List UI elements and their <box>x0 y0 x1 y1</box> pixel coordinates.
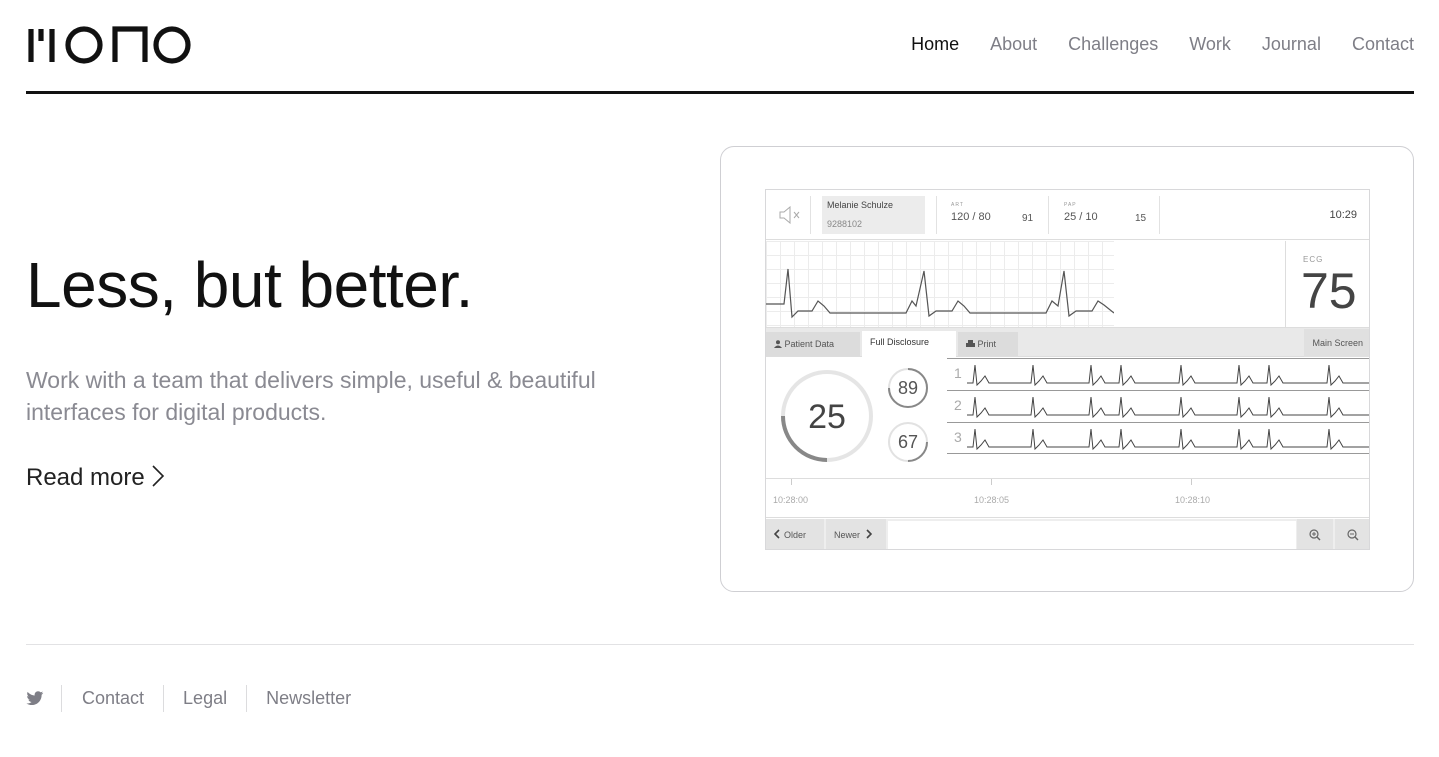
strip-number: 2 <box>954 397 962 413</box>
gauges-panel: 25 89 67 <box>781 368 928 462</box>
tab-print[interactable]: Print <box>958 332 1018 356</box>
strip-number: 3 <box>954 429 962 445</box>
main-nav: Home About Challenges Work Journal Conta… <box>880 33 1414 55</box>
footer-newsletter-link[interactable]: Newsletter <box>247 684 370 712</box>
ecg-strip: 3 <box>947 422 1369 454</box>
twitter-icon[interactable] <box>26 690 44 706</box>
patient-id: 9288102 <box>827 219 863 229</box>
art-mean-value: 91 <box>1022 213 1034 224</box>
timeline[interactable]: 10:28:00 10:28:05 10:28:10 <box>766 478 1369 518</box>
timeline-tick <box>991 479 992 485</box>
read-more-link[interactable]: Read more <box>26 464 165 492</box>
pap-mean: 15 <box>1135 212 1146 226</box>
pap-mean-value: 15 <box>1135 213 1147 224</box>
person-icon <box>774 340 782 348</box>
newer-button[interactable]: Newer <box>826 519 886 549</box>
zoom-out-button[interactable] <box>1335 519 1369 549</box>
patient-card[interactable]: Melanie Schulze 9288102 <box>822 196 925 234</box>
speaker-muted-icon <box>779 206 800 224</box>
monitor-bottom-bar: Older Newer <box>766 519 1369 549</box>
topbar-divider <box>936 196 937 234</box>
monitor-clock: 10:29 <box>1329 209 1357 221</box>
topbar-divider <box>1048 196 1049 234</box>
ecg-strips: 1 2 3 <box>947 358 1369 478</box>
nav-contact[interactable]: Contact <box>1352 33 1414 55</box>
strip-waveform-line <box>967 428 1369 451</box>
newer-label: Newer <box>834 530 861 540</box>
mono-wordmark-logo[interactable] <box>27 26 193 64</box>
main-screen-label: Main Screen <box>1312 338 1363 348</box>
footer-divider <box>26 644 1414 645</box>
hero-title: Less, but better. <box>26 249 473 321</box>
art-value: 120 / 80 <box>951 211 991 223</box>
nav-challenges[interactable]: Challenges <box>1068 33 1158 55</box>
ecg-value: 75 <box>1301 263 1357 319</box>
nav-work[interactable]: Work <box>1189 33 1231 55</box>
patient-monitor-screen: Melanie Schulze 9288102 ART 120 / 80 91 … <box>765 189 1370 550</box>
art-vital: ART 120 / 80 <box>951 202 991 224</box>
chevron-right-icon <box>866 529 873 539</box>
timeline-label: 10:28:00 <box>773 495 809 505</box>
pap-value: 25 / 10 <box>1064 211 1098 223</box>
main-screen-button[interactable]: Main Screen <box>1304 329 1369 357</box>
monitor-topbar: Melanie Schulze 9288102 ART 120 / 80 91 … <box>766 190 1369 240</box>
timeline-label: 10:28:05 <box>974 495 1010 505</box>
topbar-divider <box>1159 196 1160 234</box>
tab-patient-data[interactable]: Patient Data <box>766 332 860 356</box>
older-label: Older <box>784 530 807 540</box>
zoom-in-button[interactable] <box>1297 519 1333 549</box>
older-button[interactable]: Older <box>766 519 824 549</box>
bottom-bar-spacer <box>888 521 1296 549</box>
zoom-in-icon <box>1309 529 1321 541</box>
topbar-divider <box>810 196 811 234</box>
tab-full-disclosure-label: Full Disclosure <box>870 337 930 347</box>
strip-waveform-line <box>967 396 1369 419</box>
timeline-label: 10:28:10 <box>1175 495 1211 505</box>
site-header: Home About Challenges Work Journal Conta… <box>26 0 1414 94</box>
strip-waveform <box>967 428 1369 451</box>
strip-waveform-line <box>967 364 1369 387</box>
timeline-tick <box>1191 479 1192 485</box>
footer-contact-link[interactable]: Contact <box>62 684 163 712</box>
art-mean: 91 <box>1022 212 1033 226</box>
footer-legal-link[interactable]: Legal <box>164 684 246 712</box>
art-label: ART <box>951 202 964 208</box>
zoom-out-icon <box>1347 529 1359 541</box>
ecg-readout: ECG 75 <box>1285 241 1369 327</box>
pap-vital: PAP 25 / 10 <box>1064 202 1098 224</box>
main-gauge-value: 25 <box>808 398 846 436</box>
chevron-left-icon <box>773 529 780 539</box>
ecg-strip: 1 <box>947 358 1369 390</box>
site-footer: Contact Legal Newsletter <box>26 684 370 712</box>
timeline-tick <box>791 479 792 485</box>
ecg-strip: 2 <box>947 390 1369 422</box>
tablet-mockup: Melanie Schulze 9288102 ART 120 / 80 91 … <box>720 146 1414 592</box>
gauge-small-2-value: 67 <box>898 432 918 452</box>
nav-home[interactable]: Home <box>911 33 959 55</box>
gauge-small-1-value: 89 <box>898 378 918 398</box>
nav-journal[interactable]: Journal <box>1262 33 1321 55</box>
monitor-tabs: Patient Data Full Disclosure Print Main … <box>766 327 1369 359</box>
strip-waveform <box>967 396 1369 419</box>
ecg-waveform <box>766 268 1114 319</box>
tab-patient-data-label: Patient Data <box>784 339 835 349</box>
hero-section: Less, but better. Work with a team that … <box>26 246 686 492</box>
printer-icon <box>966 340 975 347</box>
nav-about[interactable]: About <box>990 33 1037 55</box>
patient-name: Melanie Schulze <box>827 200 894 210</box>
read-more-label: Read more <box>26 464 145 491</box>
strip-number: 1 <box>954 365 962 381</box>
tab-full-disclosure[interactable]: Full Disclosure <box>862 331 956 359</box>
chevron-right-icon <box>152 465 164 487</box>
tab-print-label: Print <box>977 339 997 349</box>
strip-waveform <box>967 364 1369 387</box>
pap-label: PAP <box>1064 202 1077 208</box>
hero-lead: Work with a team that delivers simple, u… <box>26 367 596 425</box>
